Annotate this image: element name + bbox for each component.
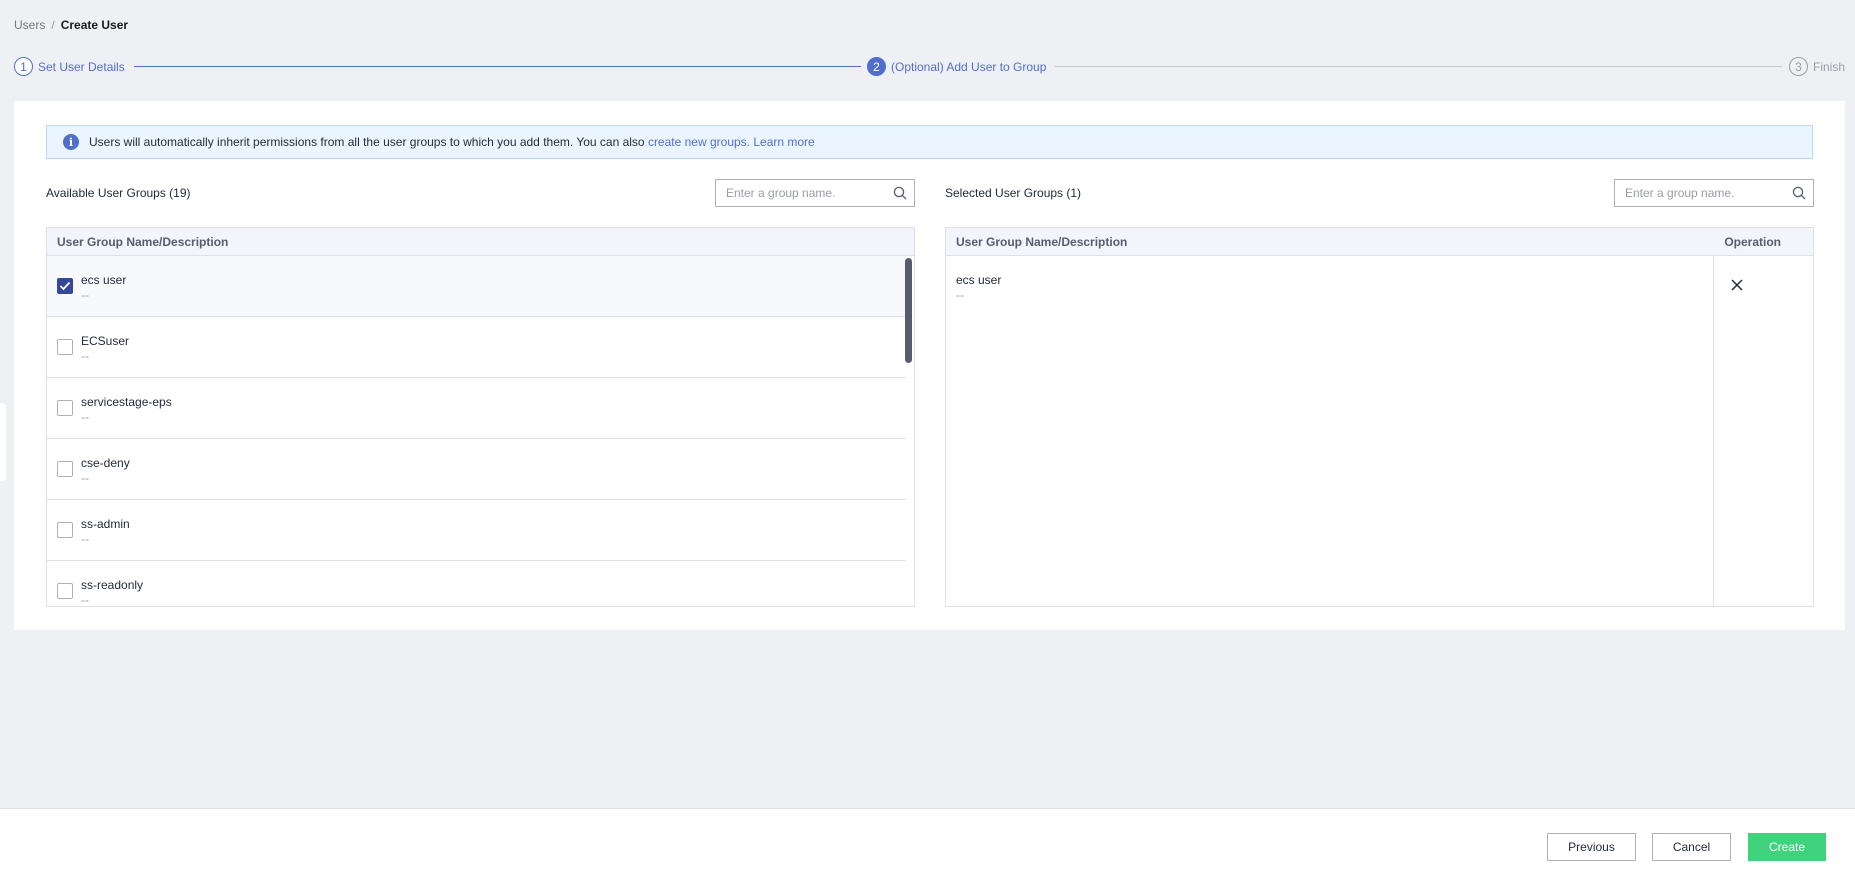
- group-name: ecs user: [81, 272, 127, 287]
- row-checkbox[interactable]: [57, 400, 73, 416]
- table-header: User Group Name/Description: [47, 228, 914, 256]
- search-icon[interactable]: [1785, 180, 1813, 206]
- breadcrumb: Users / Create User: [14, 18, 128, 32]
- group-description: --: [81, 592, 89, 607]
- selected-groups-table: User Group Name/Description Operation ec…: [945, 227, 1814, 607]
- table-row[interactable]: ecs user --: [47, 256, 906, 317]
- table-row[interactable]: ECSuser --: [47, 317, 906, 378]
- info-alert: i Users will automatically inherit permi…: [46, 125, 1813, 159]
- alert-text: Users will automatically inherit permiss…: [89, 135, 815, 149]
- step-number: 3: [1789, 57, 1808, 76]
- selected-search-box: [1614, 179, 1814, 207]
- cancel-button[interactable]: Cancel: [1652, 833, 1731, 861]
- step-label: Finish: [1813, 59, 1846, 74]
- group-name: ss-readonly: [81, 577, 144, 592]
- step-connector: [1055, 66, 1782, 67]
- available-groups-title: Available User Groups (19): [46, 186, 191, 200]
- group-description: --: [81, 531, 89, 546]
- table-row[interactable]: ss-readonly --: [47, 561, 906, 607]
- row-checkbox[interactable]: [57, 339, 73, 355]
- group-description: --: [81, 348, 89, 363]
- search-icon[interactable]: [886, 180, 914, 206]
- step-label: (Optional) Add User to Group: [891, 59, 1047, 74]
- previous-button[interactable]: Previous: [1547, 833, 1636, 861]
- column-header-name: User Group Name/Description: [956, 234, 1128, 249]
- group-description: --: [81, 409, 89, 424]
- table-row: ecs user --: [946, 256, 1813, 317]
- breadcrumb-users-link[interactable]: Users: [14, 18, 45, 32]
- group-description: --: [81, 287, 89, 302]
- available-search-box: [715, 179, 915, 207]
- table-row[interactable]: ss-admin --: [47, 500, 906, 561]
- group-description: --: [956, 288, 964, 302]
- step-add-user-to-group: 2 (Optional) Add User to Group: [867, 57, 1046, 76]
- selected-groups-title: Selected User Groups (1): [945, 186, 1082, 200]
- learn-more-link[interactable]: Learn more: [753, 135, 814, 149]
- close-icon: [1731, 279, 1743, 291]
- step-number: 2: [867, 57, 886, 76]
- table-row[interactable]: cse-deny --: [47, 439, 906, 500]
- available-search-input[interactable]: [716, 180, 886, 206]
- table-header: User Group Name/Description Operation: [946, 228, 1813, 256]
- row-checkbox[interactable]: [57, 278, 73, 294]
- step-label: Set User Details: [38, 59, 125, 74]
- side-collapse-handle[interactable]: [0, 403, 6, 481]
- step-finish: 3 Finish: [1789, 57, 1845, 76]
- info-icon: i: [63, 134, 79, 150]
- table-scrollbar[interactable]: [905, 258, 912, 363]
- row-checkbox[interactable]: [57, 583, 73, 599]
- check-icon: [59, 281, 71, 291]
- column-header-name: User Group Name/Description: [57, 234, 229, 249]
- group-name: ECSuser: [81, 333, 130, 348]
- breadcrumb-current: Create User: [60, 18, 129, 32]
- group-name: servicestage-eps: [81, 394, 172, 409]
- content-card: i Users will automatically inherit permi…: [14, 101, 1845, 630]
- step-connector: [134, 66, 861, 67]
- selected-search-input[interactable]: [1615, 180, 1785, 206]
- group-description: --: [81, 470, 89, 485]
- step-set-user-details: 1 Set User Details: [14, 57, 125, 76]
- row-checkbox[interactable]: [57, 522, 73, 538]
- create-button[interactable]: Create: [1748, 833, 1826, 861]
- footer-bar: Previous Cancel Create: [0, 808, 1855, 875]
- table-row[interactable]: servicestage-eps --: [47, 378, 906, 439]
- step-number: 1: [14, 57, 33, 76]
- row-checkbox[interactable]: [57, 461, 73, 477]
- group-name: ss-admin: [81, 516, 130, 531]
- column-header-operation: Operation: [1724, 234, 1781, 249]
- available-groups-table: User Group Name/Description ecs user -- …: [46, 227, 915, 607]
- wizard-steps: 1 Set User Details 2 (Optional) Add User…: [14, 57, 1845, 77]
- breadcrumb-separator: /: [51, 18, 55, 32]
- group-name: ecs user: [956, 273, 1002, 287]
- remove-group-button[interactable]: [1729, 277, 1745, 293]
- group-name: cse-deny: [81, 455, 130, 470]
- create-new-groups-link[interactable]: create new groups.: [648, 135, 750, 149]
